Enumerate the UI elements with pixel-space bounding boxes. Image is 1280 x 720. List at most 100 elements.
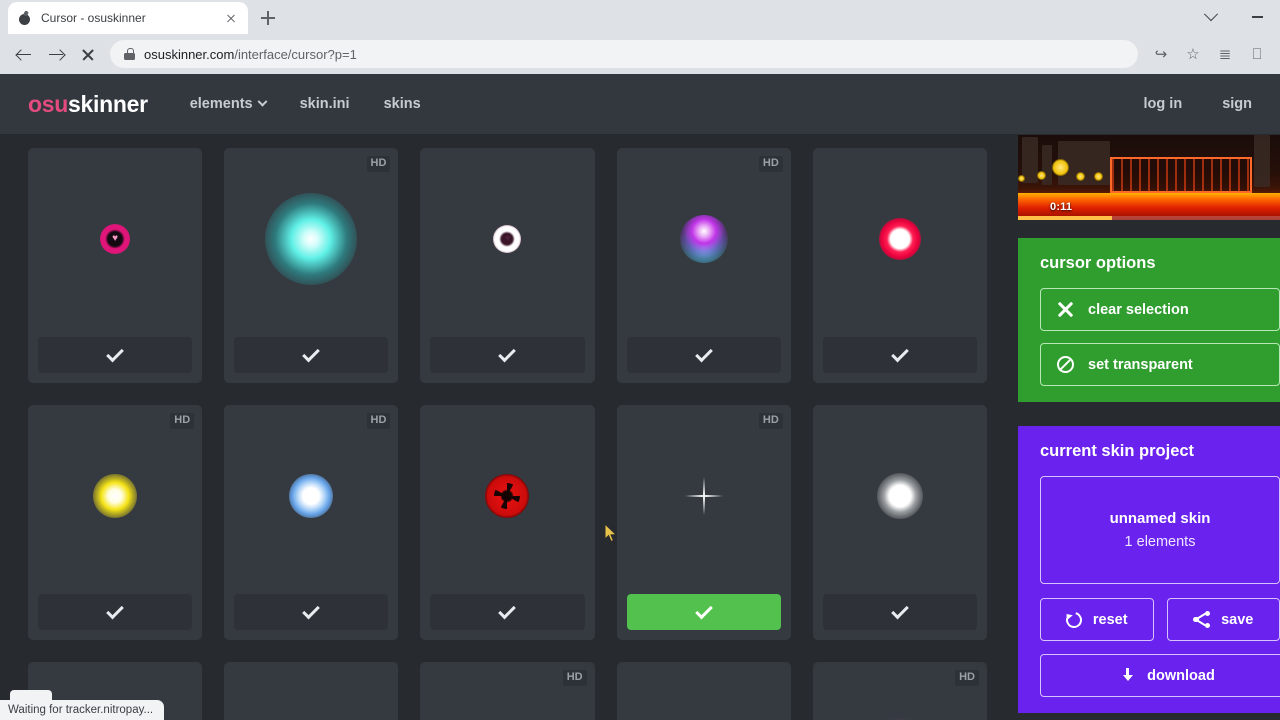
close-icon[interactable] [223,10,239,26]
save-label: save [1221,611,1254,628]
nav-item-skinini[interactable]: skin.ini [300,96,350,112]
download-button[interactable]: download [1040,654,1280,697]
save-button[interactable]: save [1166,598,1280,641]
cursor-tile[interactable]: HD [616,148,791,383]
check-icon [891,344,909,362]
cursor-art-purple-cyan [679,214,728,263]
ad-progress-fill [1018,216,1113,220]
cursor-preview [234,140,388,337]
cursor-preview [430,654,584,720]
url-host: osuskinner.com [144,46,235,62]
ad-timestamp: 0:11 [1050,201,1073,213]
chevron-down-icon [257,96,268,107]
cursor-preview [627,397,781,594]
cursor-select-button[interactable] [822,337,977,373]
minimize-button[interactable] [1234,0,1280,34]
forward-button[interactable] [40,39,70,69]
profile-button[interactable]: ⎕ [1242,39,1272,69]
cursor-tile[interactable] [812,405,987,640]
ad-video-player[interactable]: 0:11 [1018,135,1280,220]
status-bubble: Waiting for tracker.nitropay... [0,700,165,720]
browser-chrome: Cursor - osuskinner osuskinner.com/inter… [0,0,1280,74]
undo-icon [1062,608,1085,631]
cursor-preview [234,397,388,594]
reading-list-button[interactable]: ≣ [1210,39,1240,69]
cursor-select-button[interactable] [822,594,977,630]
cursor-preview [823,654,977,720]
page-content: osuskinner elements skin.ini skins log i… [0,74,1280,720]
stop-button[interactable] [72,39,102,69]
signup-link[interactable]: sign [1222,96,1252,112]
hd-badge: HD [366,413,391,429]
cursor-art-blue [289,473,334,518]
cursor-art-heart-pink: ♥ [100,223,131,254]
nav-item-elements[interactable]: elements [190,96,268,112]
cursor-art-white-soft [876,472,923,519]
cursor-select-button[interactable] [234,337,389,373]
cursor-select-button[interactable] [38,337,193,373]
main-nav: elements skin.ini skins [190,96,421,112]
cursor-preview [430,397,584,594]
cursor-tile[interactable] [812,148,987,383]
cursor-tile[interactable]: HD [224,405,399,640]
cursor-select-button[interactable] [430,337,585,373]
nav-label: skins [383,96,421,112]
ad-cage-decoration [1110,157,1252,193]
bookmark-button[interactable]: ☆ [1178,39,1208,69]
check-icon [694,344,713,362]
clear-selection-button[interactable]: clear selection [1040,288,1280,331]
share-button[interactable]: ↪ [1146,39,1176,69]
cursor-options-title: cursor options [1040,254,1156,272]
set-transparent-button[interactable]: set transparent [1040,343,1280,386]
window-controls [1188,0,1280,34]
cursor-tile[interactable] [420,405,595,640]
cursor-tile[interactable]: ♥ [420,148,595,383]
browser-tab[interactable]: Cursor - osuskinner [8,2,248,34]
cursor-art-sharingan [485,473,530,518]
skin-summary-box[interactable]: unnamed skin 1 elements [1040,476,1280,584]
cursor-tile[interactable]: HD [812,662,987,720]
cursor-tile[interactable] [224,662,399,720]
cursor-preview [823,140,977,337]
check-icon [302,344,321,362]
status-text: Waiting for tracker.nitropay... [8,704,154,716]
clear-selection-label: clear selection [1088,301,1189,318]
tab-strip: Cursor - osuskinner [0,0,1280,34]
cursor-grid-scroll[interactable]: ♥ HD ♥ HD HD HD HD HD HD [0,134,1015,720]
cursor-select-button[interactable] [626,337,781,373]
site-logo[interactable]: osuskinner [28,91,148,118]
skin-project-button-row: reset save [1040,598,1280,641]
cursor-select-button[interactable] [430,594,585,630]
cursor-preview: ♥ [430,140,584,337]
profile-icon: ⎕ [1252,45,1262,63]
cursor-tile[interactable]: ♥ [28,148,203,383]
ad-progress-bar[interactable] [1018,216,1280,220]
cursor-preview [627,654,781,720]
download-icon [1120,667,1136,684]
cursor-tile[interactable]: HD [28,405,203,640]
cursor-tile[interactable]: HD [616,405,791,640]
check-icon [891,601,909,619]
browser-toolbar: osuskinner.com/interface/cursor?p=1 ↪ ☆ … [0,34,1280,74]
new-tab-icon[interactable] [254,4,282,32]
address-bar[interactable]: osuskinner.com/interface/cursor?p=1 [110,40,1138,68]
osu-droplet-icon [17,11,32,26]
reset-button[interactable]: reset [1040,598,1154,641]
cursor-select-button-selected[interactable] [626,594,781,630]
sidebar: 0:11 cursor options clear selection set … [1015,134,1280,720]
tab-title: Cursor - osuskinner [41,11,146,25]
cursor-tile[interactable]: HD [224,148,399,383]
set-transparent-label: set transparent [1088,356,1193,373]
cursor-tile[interactable]: HD [420,662,595,720]
login-link[interactable]: log in [1144,96,1183,112]
tab-search-button[interactable] [1188,0,1234,34]
cursor-tile[interactable] [616,662,791,720]
cursor-select-button[interactable] [38,594,193,630]
nav-item-skins[interactable]: skins [384,96,421,112]
back-button[interactable] [8,39,38,69]
stop-icon [81,48,94,61]
check-icon [694,601,713,619]
skin-element-count: 1 elements [1124,534,1196,550]
nav-label: skin.ini [299,96,350,112]
cursor-select-button[interactable] [234,594,389,630]
